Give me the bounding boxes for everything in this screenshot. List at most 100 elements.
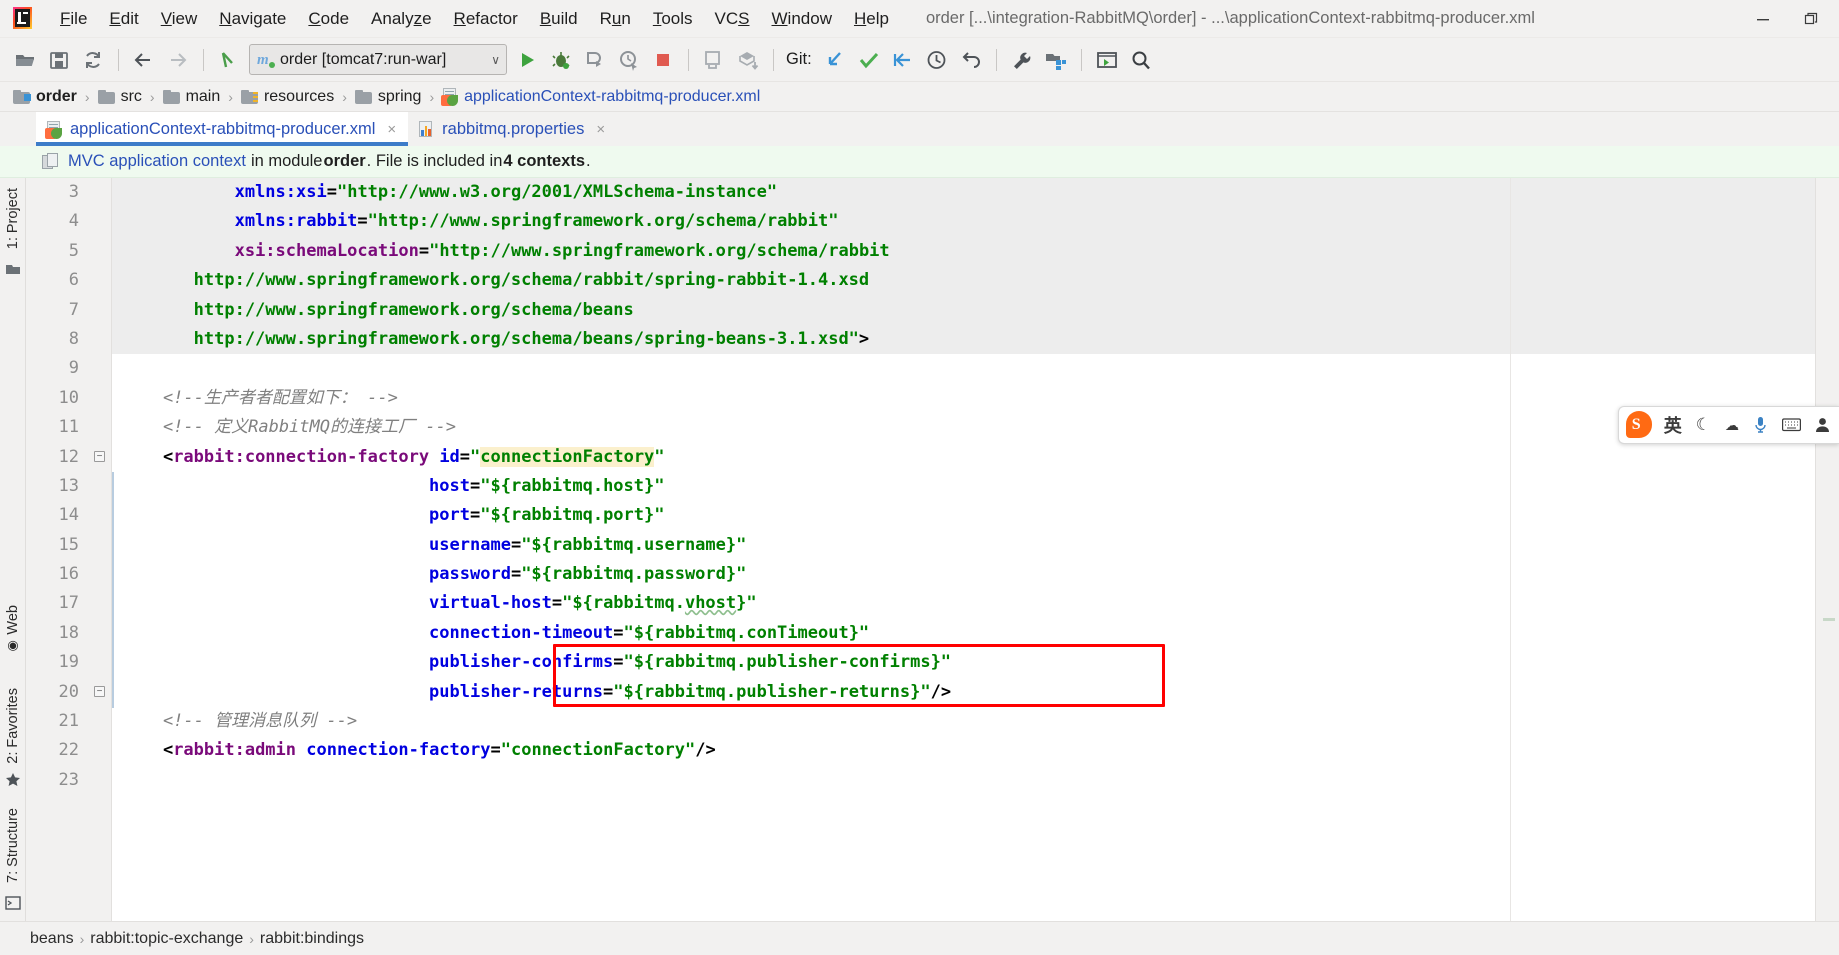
line-number: 11 <box>58 417 79 438</box>
run-with-coverage-icon[interactable] <box>578 43 612 77</box>
breadcrumb-item-spring[interactable]: spring <box>352 88 425 106</box>
sync-refresh-icon[interactable] <box>76 43 110 77</box>
forward-arrow-icon[interactable] <box>161 43 195 77</box>
stripe-warning-mark <box>1823 618 1835 621</box>
chevron-down-icon[interactable]: ∨ <box>483 53 500 67</box>
tool-window-structure[interactable]: 7: Structure <box>5 804 21 887</box>
star-favorites-icon[interactable] <box>5 772 21 788</box>
android-device-icon[interactable] <box>697 43 731 77</box>
code-line-19: publisher-confirms="${rabbitmq.publisher… <box>429 652 952 673</box>
breadcrumb-item-src[interactable]: src <box>95 88 145 106</box>
breadcrumb-item-file[interactable]: applicationContext-rabbitmq-producer.xml <box>439 88 763 106</box>
tab-rabbitmq-properties[interactable]: rabbitmq.properties × <box>408 112 618 146</box>
line-number: 15 <box>58 534 79 555</box>
git-commit-icon[interactable] <box>852 43 886 77</box>
ime-mode-toggle[interactable]: 英 <box>1657 412 1689 438</box>
menu-view[interactable]: View <box>150 6 209 32</box>
close-icon[interactable]: × <box>387 121 396 138</box>
tool-window-favorites[interactable]: 2: Favorites <box>5 684 21 768</box>
menu-vcs[interactable]: VCS <box>704 6 761 32</box>
xml-structure-breadcrumb: beans › rabbit:topic-exchange › rabbit:b… <box>0 921 1839 955</box>
editor-code-area[interactable]: xmlns:xsi="http://www.w3.org/2001/XMLSch… <box>112 178 1839 921</box>
menu-run[interactable]: Run <box>589 6 642 32</box>
back-arrow-icon[interactable] <box>127 43 161 77</box>
breadcrumb-item-resources[interactable]: resources <box>238 88 337 106</box>
open-project-icon[interactable] <box>8 43 42 77</box>
line-number: 7 <box>68 299 79 320</box>
minimize-button[interactable] <box>1739 1 1787 37</box>
debug-button[interactable] <box>544 43 578 77</box>
code-line-20: publisher-returns="${rabbitmq.publisher-… <box>429 681 952 702</box>
menu-build[interactable]: Build <box>529 6 589 32</box>
close-icon[interactable]: × <box>596 121 605 138</box>
user-icon[interactable] <box>1808 417 1837 433</box>
main-toolbar: m order [tomcat7:run-war] ∨ Git: <box>0 38 1839 82</box>
tab-applicationContext-rabbitmq-producer-xml[interactable]: applicationContext-rabbitmq-producer.xml… <box>36 112 409 146</box>
menu-analyze[interactable]: Analyze <box>360 6 443 32</box>
breadcrumb-item-main[interactable]: main <box>160 88 224 106</box>
editor-error-stripe[interactable] <box>1815 178 1839 921</box>
main-content-area: 1: Project ◉ Web 2: Favorites 7: Structu… <box>0 178 1839 921</box>
line-number: 12 <box>58 446 79 467</box>
menu-refactor[interactable]: Refactor <box>443 6 529 32</box>
last-edit-location-icon[interactable] <box>212 43 246 77</box>
menu-navigate[interactable]: Navigate <box>208 6 297 32</box>
module-folder-icon <box>13 89 31 104</box>
keyboard-icon[interactable] <box>1775 418 1808 432</box>
run-button[interactable] <box>510 43 544 77</box>
code-line-21: <!-- 管理消息队列 --> <box>122 711 358 732</box>
editor-fold-gutter[interactable]: − − <box>88 178 112 921</box>
code-line-11: <!-- 定义RabbitMQ的连接工厂 --> <box>122 417 456 438</box>
breadcrumb-label: resources <box>263 87 335 105</box>
settings-wrench-icon[interactable] <box>1005 43 1039 77</box>
banner-contexts-count[interactable]: 4 contexts <box>503 152 585 171</box>
git-update-project-icon[interactable] <box>818 43 852 77</box>
banner-context-link[interactable]: MVC application context <box>68 152 246 171</box>
moon-icon[interactable]: ☾ <box>1689 415 1718 435</box>
code-line-8: http://www.springframework.org/schema/be… <box>112 324 1839 355</box>
profile-icon[interactable] <box>612 43 646 77</box>
bottom-breadcrumb-bindings[interactable]: rabbit:bindings <box>254 930 370 948</box>
banner-tail-text: . File is included in <box>366 152 503 170</box>
menu-code[interactable]: Code <box>297 6 360 32</box>
run-configuration-selector[interactable]: m order [tomcat7:run-war] ∨ <box>249 44 507 75</box>
mic-icon[interactable] <box>1746 416 1775 434</box>
bottom-breadcrumb-beans[interactable]: beans <box>24 930 80 948</box>
menu-window[interactable]: Window <box>761 6 843 32</box>
project-structure-icon[interactable] <box>1039 43 1073 77</box>
line-number: 18 <box>58 622 79 643</box>
code-line-3: xmlns:xsi="http://www.w3.org/2001/XMLSch… <box>112 178 1839 208</box>
menu-help[interactable]: Help <box>843 6 900 32</box>
save-all-icon[interactable] <box>42 43 76 77</box>
stop-button[interactable] <box>646 43 680 77</box>
sync-gradle-icon[interactable] <box>731 43 765 77</box>
breadcrumb-separator: › <box>342 88 347 105</box>
editor-pane: 3 4 5 6 7 8 9 10 11 12 13 14 15 16 17 18 <box>26 178 1839 921</box>
sogou-ime-toolbar[interactable]: S 英 ☾ ☁ <box>1617 406 1839 444</box>
code-line-14: port="${rabbitmq.port}" <box>429 505 665 526</box>
structure-panel-icon[interactable] <box>5 261 21 277</box>
sogou-logo-icon[interactable]: S <box>1623 409 1655 441</box>
line-number: 14 <box>58 505 79 526</box>
banner-module-name: order <box>323 152 366 170</box>
tool-window-web[interactable]: ◉ Web <box>5 601 21 659</box>
bottom-breadcrumb-topic-exchange[interactable]: rabbit:topic-exchange <box>84 930 249 948</box>
git-push-icon[interactable] <box>886 43 920 77</box>
tool-window-project[interactable]: 1: Project <box>5 184 21 253</box>
git-history-icon[interactable] <box>920 43 954 77</box>
menu-tools[interactable]: Tools <box>642 6 704 32</box>
fold-marker-collapse[interactable]: − <box>94 451 105 462</box>
menu-file[interactable]: File <box>49 6 98 32</box>
code-editor[interactable]: 3 4 5 6 7 8 9 10 11 12 13 14 15 16 17 18 <box>26 178 1839 921</box>
fold-marker-collapse-2[interactable]: − <box>94 686 105 697</box>
git-revert-icon[interactable] <box>954 43 988 77</box>
terminal-strip-icon[interactable] <box>4 895 21 911</box>
weather-icon[interactable]: ☁ <box>1718 417 1746 434</box>
menu-edit[interactable]: Edit <box>98 6 149 32</box>
terminal-icon[interactable] <box>1090 43 1124 77</box>
line-number: 9 <box>68 358 79 379</box>
search-everywhere-icon[interactable] <box>1124 43 1158 77</box>
breadcrumb-item-order[interactable]: order <box>10 88 80 106</box>
restore-button[interactable] <box>1787 1 1835 37</box>
toolbar-separator-6 <box>1080 48 1082 71</box>
